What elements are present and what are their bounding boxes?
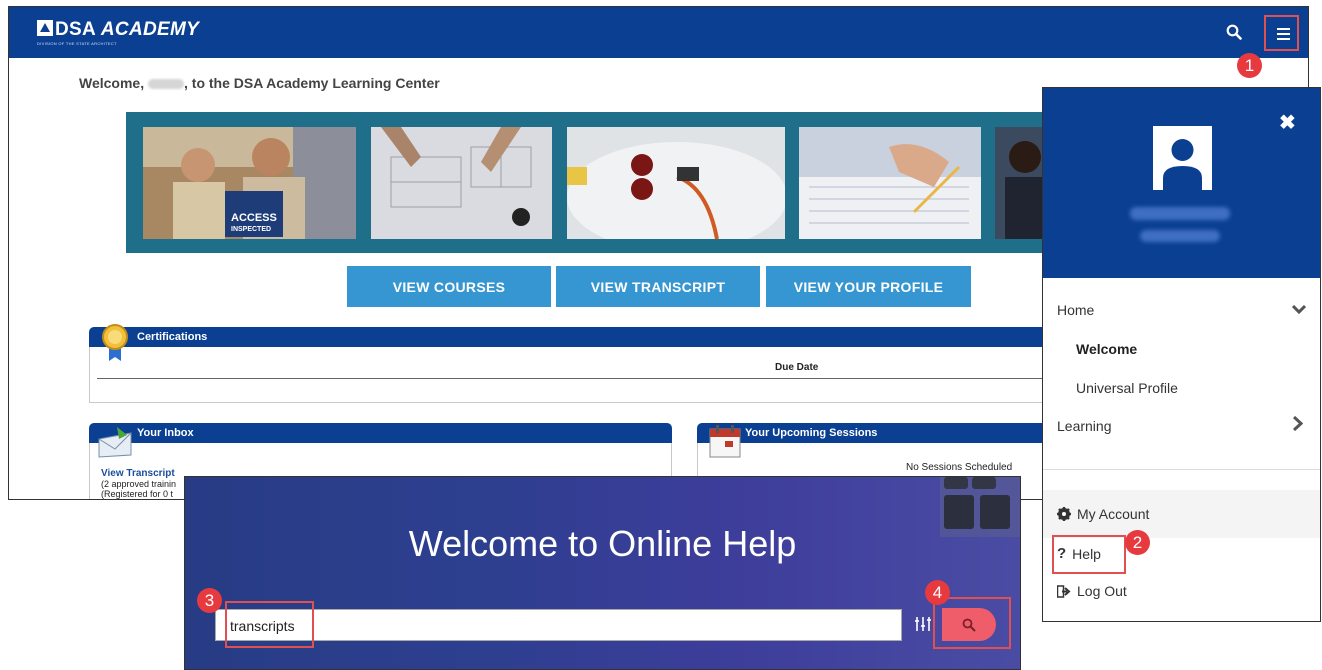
hamburger-line (1277, 33, 1290, 35)
view-profile-button[interactable]: VIEW YOUR PROFILE (766, 266, 971, 307)
side-menu-profile-header: ✖ (1043, 88, 1320, 278)
redacted-user-name (1130, 207, 1230, 220)
inbox-header: Your Inbox (89, 423, 672, 443)
user-avatar-icon (1153, 126, 1212, 190)
menu-item-learning[interactable]: Learning (1057, 418, 1112, 434)
certifications-header: Certifications (89, 327, 1049, 347)
online-help-title: Welcome to Online Help (408, 523, 797, 564)
menu-item-home[interactable]: Home (1057, 302, 1094, 318)
top-navigation-bar: DSA ACADEMY DIVISION OF THE STATE ARCHIT… (9, 7, 1308, 58)
redacted-user-detail (1140, 230, 1220, 242)
chevron-down-icon[interactable] (1292, 305, 1306, 315)
welcome-prefix: Welcome, (79, 75, 145, 91)
menu-item-welcome[interactable]: Welcome (1076, 341, 1137, 357)
logo-academy-text: ACADEMY (100, 19, 200, 40)
logo-main-text: DSA (55, 19, 96, 40)
help-highlight-box (1052, 535, 1126, 574)
logo-mark-icon (37, 20, 53, 36)
chevron-right-icon[interactable] (1293, 416, 1303, 431)
menu-divider (1043, 469, 1320, 470)
hamburger-line (1277, 38, 1290, 40)
inbox-detail: (2 approved trainin (Registered for 0 t (101, 479, 176, 499)
search-icon[interactable] (1226, 24, 1242, 40)
filter-sliders-icon[interactable] (914, 615, 932, 633)
my-account-link[interactable]: My Account (1057, 506, 1149, 522)
inbox-envelope-icon (98, 427, 132, 458)
hamburger-line (1277, 28, 1290, 30)
calendar-icon (709, 425, 741, 458)
view-courses-button[interactable]: VIEW COURSES (347, 266, 551, 307)
welcome-heading: Welcome, , to the DSA Academy Learning C… (79, 75, 440, 91)
sessions-title: Your Upcoming Sessions (745, 427, 878, 439)
step-badge-2: 2 (1125, 530, 1150, 555)
search-button-highlight-box (933, 597, 1011, 649)
query-highlight-box (225, 601, 314, 648)
due-date-column-header: Due Date (775, 362, 819, 373)
hero-banner: ACCESS INSPECTED (126, 112, 1051, 253)
log-out-link[interactable]: Log Out (1057, 583, 1127, 599)
dsa-academy-logo[interactable]: DSA ACADEMY DIVISION OF THE STATE ARCHIT… (37, 19, 200, 46)
banner-inspected-text: INSPECTED (231, 226, 271, 233)
hamburger-menu-button[interactable] (1264, 15, 1299, 51)
help-search-input[interactable]: transcripts (215, 609, 902, 641)
redacted-username (148, 79, 184, 90)
banner-photo-ev-charging (567, 127, 785, 239)
logo-subtitle: DIVISION OF THE STATE ARCHITECT (37, 41, 117, 46)
gear-icon (1057, 507, 1071, 521)
sessions-header: Your Upcoming Sessions (697, 423, 1049, 443)
step-badge-3: 3 (197, 588, 222, 613)
inbox-detail-line: (Registered for 0 t (101, 489, 174, 499)
sign-out-icon (1057, 584, 1071, 598)
banner-access-text: ACCESS (231, 212, 277, 224)
no-sessions-message: No Sessions Scheduled (906, 462, 1013, 473)
certifications-divider (97, 378, 1049, 379)
menu-item-universal-profile[interactable]: Universal Profile (1076, 380, 1178, 396)
log-out-label: Log Out (1077, 583, 1127, 599)
my-account-label: My Account (1077, 506, 1150, 522)
view-transcript-button[interactable]: VIEW TRANSCRIPT (556, 266, 760, 307)
banner-photo-paperwork (799, 127, 981, 239)
online-help-panel: Welcome to Online Help transcripts (184, 476, 1021, 670)
welcome-suffix: , to the DSA Academy Learning Center (184, 75, 440, 91)
certification-ribbon-icon (102, 324, 128, 361)
inbox-title: Your Inbox (137, 427, 194, 439)
certifications-title: Certifications (137, 331, 208, 343)
step-badge-4: 4 (925, 580, 950, 605)
close-icon[interactable]: ✖ (1279, 110, 1296, 135)
banner-photo-inspectors: ACCESS INSPECTED (143, 127, 356, 239)
side-menu-panel: ✖ Home Welcome Universal Profile Learnin… (1042, 87, 1321, 622)
step-badge-1: 1 (1237, 53, 1262, 78)
certifications-panel (89, 347, 1049, 403)
view-transcript-link[interactable]: View Transcript (101, 468, 175, 479)
banner-photo-blueprints (371, 127, 552, 239)
inbox-detail-line: (2 approved trainin (101, 479, 177, 489)
